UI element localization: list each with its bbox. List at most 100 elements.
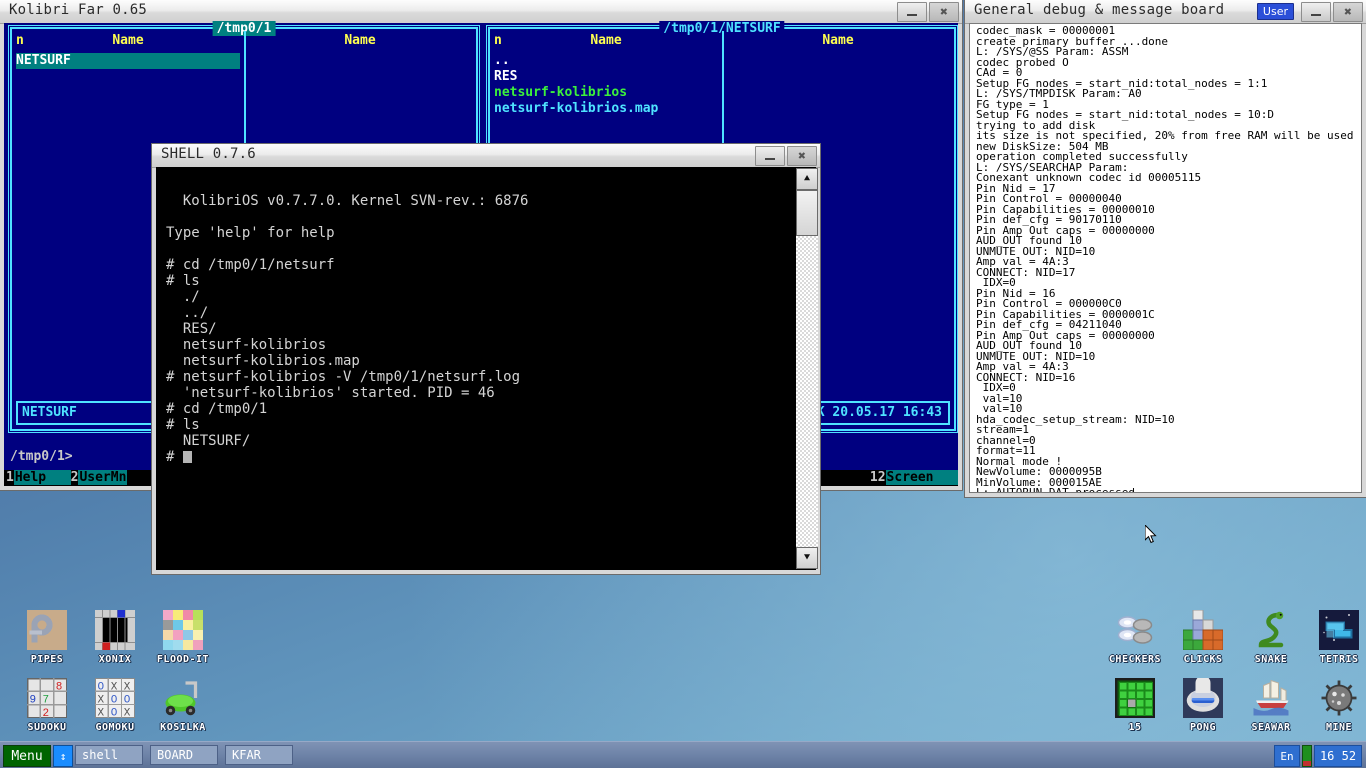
taskbar[interactable]: Menu ↕ shell BOARD KFAR En 16 52: [0, 741, 1366, 768]
desktop-icon-tetris[interactable]: TETRIS: [1302, 610, 1366, 665]
terminal-line: ./: [166, 289, 786, 305]
checkers-icon[interactable]: [1115, 610, 1155, 650]
fkey-label: UserMn: [78, 470, 127, 485]
far-right-file-list[interactable]: ..RESnetsurf-kolibriosnetsurf-kolibrios.…: [494, 53, 722, 117]
right-file-1[interactable]: RES: [494, 69, 517, 84]
fkey-screen[interactable]: 12Screen: [870, 470, 958, 486]
file-row[interactable]: NETSURF: [16, 53, 244, 69]
desktop-icon-kosilka[interactable]: KOSILKA: [146, 678, 220, 733]
taskbar-button-kfar[interactable]: KFAR: [225, 745, 293, 765]
fkey-help[interactable]: 1Help: [6, 470, 71, 486]
svg-text:2: 2: [43, 708, 50, 718]
right-file-2[interactable]: netsurf-kolibrios: [494, 85, 627, 100]
shell-terminal-output[interactable]: KolibriOS v0.7.7.0. Kernel SVN-rev.: 687…: [166, 177, 786, 566]
svg-text:7: 7: [43, 695, 50, 707]
shell-scrollbar[interactable]: ⯅ ⯆: [796, 168, 818, 569]
right-file-3[interactable]: netsurf-kolibrios.map: [494, 101, 658, 116]
file-row[interactable]: netsurf-kolibrios: [494, 85, 722, 101]
board-log-line: hda_codec_setup_stream: NID=10: [976, 415, 1357, 426]
desktop-icon-label: TETRIS: [1302, 654, 1366, 665]
shell-title: SHELL 0.7.6: [161, 146, 256, 162]
desktop-icon-xonix[interactable]: XONIX: [78, 610, 152, 665]
floodit-icon[interactable]: [163, 610, 203, 650]
file-row[interactable]: ..: [494, 53, 722, 69]
minimize-icon[interactable]: [1301, 2, 1331, 22]
right-file-0[interactable]: ..: [494, 53, 510, 68]
taskbar-button-board[interactable]: BOARD: [150, 745, 218, 765]
seawar-icon[interactable]: [1251, 678, 1291, 718]
far-fkeys-left[interactable]: 1Help 2UserMn: [4, 470, 127, 486]
desktop-icon-gomoku[interactable]: OOO O XXX XXGOMOKU: [78, 678, 152, 733]
kfar-titlebar[interactable]: Kolibri Far 0.65 ✖: [0, 0, 962, 24]
taskbar-button-shell[interactable]: shell: [75, 745, 143, 765]
language-indicator[interactable]: En: [1274, 745, 1300, 767]
minimize-icon[interactable]: [755, 146, 785, 166]
desktop-icon-mine[interactable]: MINE: [1302, 678, 1366, 733]
svg-text:8: 8: [56, 682, 63, 694]
xonix-icon[interactable]: [95, 610, 135, 650]
gomoku-icon[interactable]: OOO O XXX XX: [95, 678, 135, 718]
pong-icon[interactable]: [1183, 678, 1223, 718]
sudoku-icon[interactable]: 8 9 7 2: [27, 678, 67, 718]
board-log-line: codec probed O: [976, 58, 1357, 69]
file-row[interactable]: RES: [494, 69, 722, 85]
terminal-line: [166, 241, 786, 257]
svg-text:O: O: [98, 681, 105, 693]
board-log-text: codec_mask = 00000001create primary buff…: [976, 26, 1357, 493]
close-icon[interactable]: ✖: [1333, 2, 1363, 22]
board-content: codec_mask = 00000001create primary buff…: [969, 23, 1362, 493]
arrow-up-icon[interactable]: ⯅: [796, 168, 818, 190]
desktop-icon-label: PIPES: [10, 654, 84, 665]
scrollbar-thumb[interactable]: [796, 190, 818, 236]
minimize-all-button[interactable]: ↕: [53, 745, 73, 767]
left-file-0[interactable]: NETSURF: [16, 53, 240, 69]
close-icon[interactable]: ✖: [787, 146, 817, 166]
far-left-file-list[interactable]: NETSURF: [16, 53, 244, 69]
close-icon[interactable]: ✖: [929, 2, 959, 22]
svg-text:X: X: [124, 708, 131, 719]
desktop-icon-snake[interactable]: SNAKE: [1234, 610, 1308, 665]
menu-button[interactable]: Menu: [3, 745, 51, 767]
taskbar-clock[interactable]: 16 52: [1314, 745, 1362, 767]
desktop-icon-label: XONIX: [78, 654, 152, 665]
desktop-icon-pong[interactable]: PONG: [1166, 678, 1240, 733]
terminal-line: ../: [166, 305, 786, 321]
shell-window[interactable]: SHELL 0.7.6 ✖ KolibriOS v0.7.7.0. Kernel…: [152, 144, 820, 574]
desktop-icon-clicks[interactable]: CLICKS: [1166, 610, 1240, 665]
desktop-icon-15[interactable]: 15: [1098, 678, 1172, 733]
desktop-icon-pipes[interactable]: PIPES: [10, 610, 84, 665]
kosilka-icon[interactable]: [163, 678, 203, 718]
desktop-icon-checkers[interactable]: CHECKERS: [1098, 610, 1172, 665]
shell-titlebar[interactable]: SHELL 0.7.6 ✖: [152, 144, 820, 168]
scrollbar-track[interactable]: [796, 236, 818, 547]
desktop-icon-sudoku[interactable]: 8 9 7 2SUDOKU: [10, 678, 84, 733]
fkey-usermn[interactable]: 2UserMn: [71, 470, 128, 486]
minimize-icon[interactable]: [897, 2, 927, 22]
desktop-icon-flood-it[interactable]: FLOOD-IT: [146, 610, 220, 665]
terminal-line: netsurf-kolibrios: [166, 337, 786, 353]
desktop-icon-label: GOMOKU: [78, 722, 152, 733]
desktop-icon-label: 15: [1098, 722, 1172, 733]
tetris-icon[interactable]: [1319, 610, 1359, 650]
debug-board-window[interactable]: General debug & message board User ✖ cod…: [965, 0, 1366, 497]
user-badge[interactable]: User: [1257, 3, 1294, 20]
terminal-line: KolibriOS v0.7.7.0. Kernel SVN-rev.: 687…: [166, 193, 786, 209]
far-command-line[interactable]: /tmp0/1>: [10, 449, 73, 464]
terminal-prompt[interactable]: #: [166, 449, 786, 465]
mine-icon[interactable]: [1319, 678, 1359, 718]
fifteen-icon[interactable]: [1115, 678, 1155, 718]
snake-icon[interactable]: [1251, 610, 1291, 650]
prompt-symbol: #: [166, 449, 183, 465]
arrow-down-icon[interactable]: ⯆: [796, 547, 818, 569]
file-row[interactable]: netsurf-kolibrios.map: [494, 101, 722, 117]
board-titlebar[interactable]: General debug & message board User ✖: [965, 0, 1366, 24]
svg-text:O: O: [124, 695, 131, 707]
terminal-line: [166, 209, 786, 225]
desktop-icon-seawar[interactable]: SEAWAR: [1234, 678, 1308, 733]
pipes-icon[interactable]: [27, 610, 67, 650]
clicks-icon[interactable]: [1183, 610, 1223, 650]
desktop-icon-label: PONG: [1166, 722, 1240, 733]
far-fkeys-right[interactable]: 12Screen: [870, 470, 958, 486]
volume-indicator[interactable]: [1302, 745, 1312, 767]
desktop-icon-label: MINE: [1302, 722, 1366, 733]
